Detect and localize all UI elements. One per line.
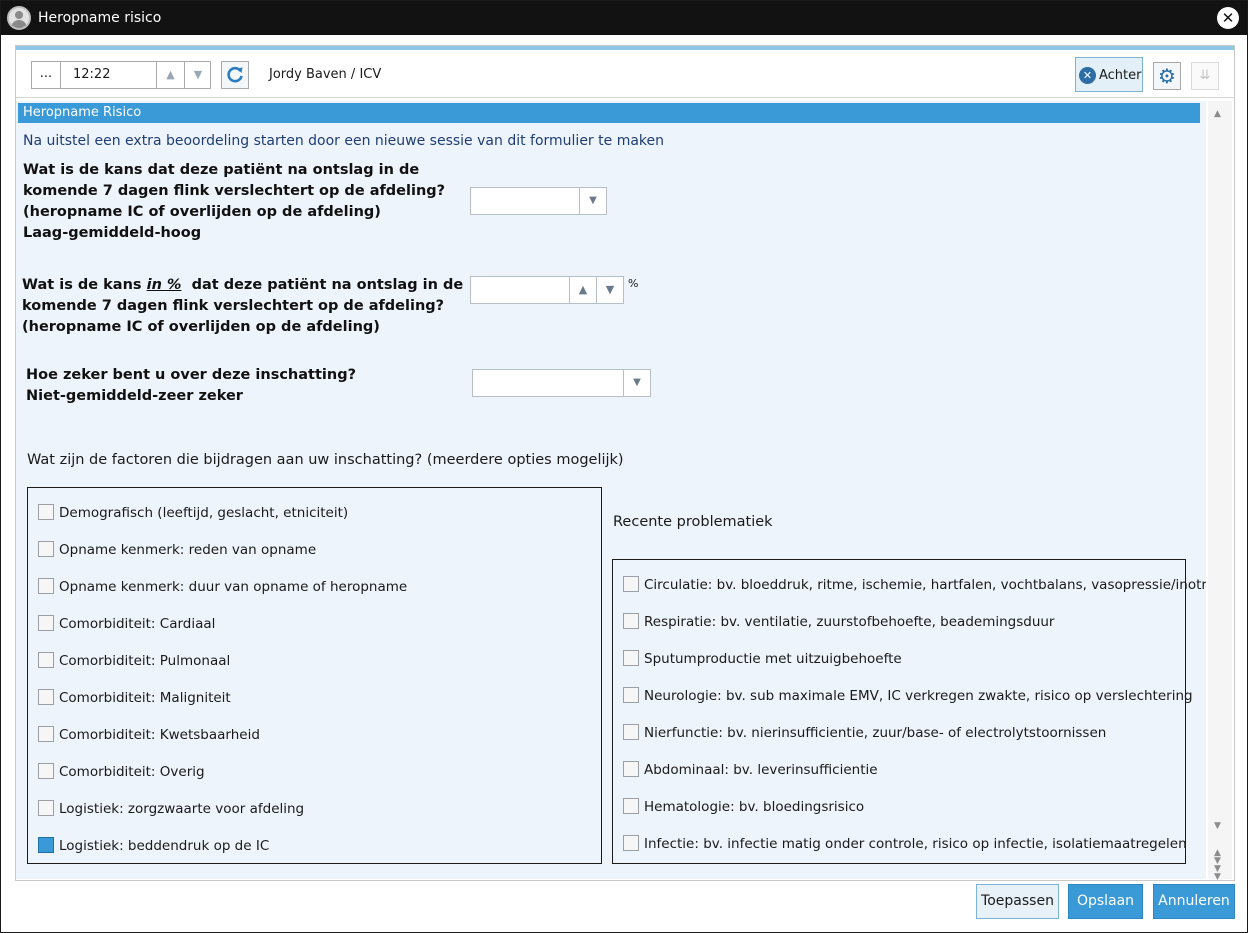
checkbox[interactable] [38,837,54,853]
user-avatar-icon [7,6,31,30]
checkbox[interactable] [623,650,639,666]
vertical-scrollbar[interactable]: ▲ ▼ ▲ ▼ ▼ ▼ [1208,101,1232,882]
time-input[interactable]: 12:22 [61,62,157,88]
checkbox[interactable] [623,576,639,592]
window-title: Heropname risico [38,10,162,26]
checkbox[interactable] [623,835,639,851]
checkbox[interactable] [623,613,639,629]
settings-button[interactable]: ⚙ [1153,62,1181,90]
client-area: ... 12:22 ▲ ▼ Jordy Baven / ICV ✕ Achter… [15,45,1235,882]
recent-problems-box: Circulatie: bv. bloeddruk, ritme, ischem… [612,559,1206,864]
collapse-icon: ⇊ [1199,68,1211,83]
refresh-icon [227,66,243,83]
back-button[interactable]: ✕ Achter [1075,57,1143,92]
close-button[interactable]: ✕ [1217,7,1239,29]
save-button[interactable]: Opslaan [1068,884,1143,919]
gear-icon: ⚙ [1158,64,1176,88]
checkbox[interactable] [38,652,54,668]
time-down-button[interactable]: ▼ [184,62,211,88]
apply-button[interactable]: Toepassen [976,884,1059,919]
checkbox[interactable] [623,724,639,740]
patient-label: Jordy Baven / ICV [269,67,382,82]
section-header: Heropname Risico [18,103,1200,123]
scroll-top-button[interactable]: ▲ ▼ [1214,849,1221,866]
question-1: Wat is de kans dat deze patiënt na ontsl… [23,162,446,241]
checkbox[interactable] [623,798,639,814]
form-content: Heropname Risico Na uitstel een extra be… [16,101,1206,879]
percentage-up-button[interactable]: ▲ [569,277,596,303]
browse-button[interactable]: ... [32,62,61,88]
checkbox[interactable] [38,541,54,557]
scroll-down-button[interactable]: ▼ [1214,821,1221,831]
time-field: ... 12:22 ▲ ▼ [31,61,211,89]
checkbox[interactable] [38,504,54,520]
percent-unit: % [628,277,639,290]
checkbox[interactable] [38,800,54,816]
checkbox[interactable] [38,689,54,705]
question-2: Wat is de kans in % dat deze patiënt na … [22,277,464,335]
risk-percentage-input[interactable]: ▲ ▼ [470,276,624,304]
title-bar: Heropname risico ✕ [1,1,1247,35]
dialog-window: Heropname risico ✕ ... 12:22 ▲ ▼ Jordy B… [0,0,1248,933]
close-icon: ✕ [1221,9,1235,27]
toolbar: ... 12:22 ▲ ▼ Jordy Baven / ICV ✕ Achter… [16,46,1234,98]
cancel-circle-icon: ✕ [1079,67,1096,84]
factors-question: Wat zijn de factoren die bijdragen aan u… [27,452,624,468]
chevron-down-icon: ▼ [579,188,606,214]
checkbox[interactable] [38,726,54,742]
scroll-up-button[interactable]: ▲ [1214,109,1221,119]
checkbox[interactable] [38,763,54,779]
question-3: Hoe zeker bent u over deze inschatting? … [26,367,356,404]
checkbox[interactable] [38,578,54,594]
certainty-dropdown[interactable]: ▼ [472,369,651,397]
refresh-button[interactable] [221,61,249,89]
back-label: Achter [1099,68,1142,83]
info-text: Na uitstel een extra beoordeling starten… [23,133,665,149]
recent-problems-title: Recente problematiek [613,514,773,530]
factors-box: Demografisch (leeftijd, geslacht, etnici… [27,487,602,864]
checkbox[interactable] [623,761,639,777]
collapse-button[interactable]: ⇊ [1191,62,1219,90]
checkbox[interactable] [38,615,54,631]
risk-level-dropdown[interactable]: ▼ [470,187,607,215]
percentage-down-button[interactable]: ▼ [596,277,623,303]
chevron-down-icon: ▼ [623,370,650,396]
scroll-bottom-button[interactable]: ▼ ▼ [1214,865,1221,882]
time-up-button[interactable]: ▲ [157,62,184,88]
cancel-button[interactable]: Annuleren [1153,884,1235,919]
checkbox[interactable] [623,687,639,703]
